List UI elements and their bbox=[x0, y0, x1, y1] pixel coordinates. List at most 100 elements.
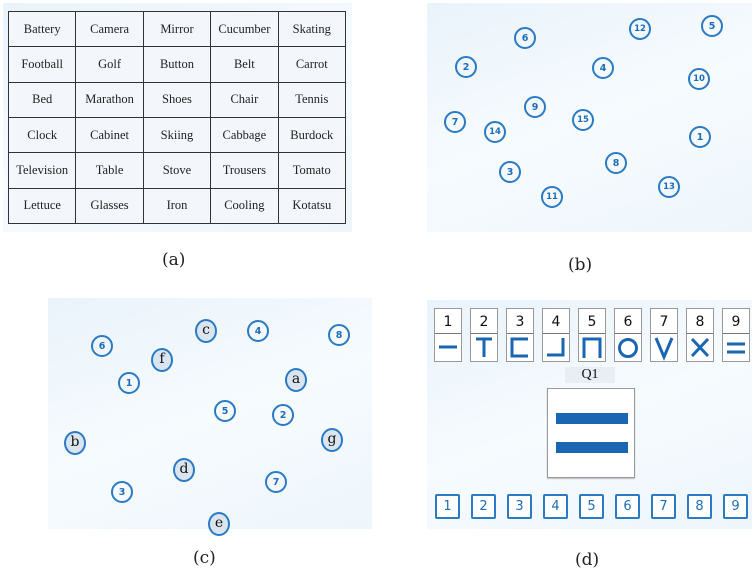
number-circle[interactable]: 13 bbox=[658, 176, 680, 198]
word-cell: Shoes bbox=[142, 81, 212, 118]
letter-circle[interactable]: f bbox=[151, 348, 173, 372]
number-circle[interactable]: 9 bbox=[524, 96, 546, 118]
number-circle[interactable]: 3 bbox=[111, 481, 133, 503]
word-cell: Skating bbox=[277, 10, 347, 48]
letter-circle[interactable]: d bbox=[173, 458, 195, 482]
key-number: 7 bbox=[651, 309, 677, 334]
word-cell: Clock bbox=[7, 116, 77, 154]
answer-button-3[interactable]: 3 bbox=[507, 494, 532, 519]
symbol-key-3: 3 bbox=[506, 308, 534, 362]
word-cell: Carrot bbox=[277, 46, 347, 83]
word-cell: Cabbage bbox=[210, 116, 279, 154]
key-number: 9 bbox=[723, 309, 749, 334]
question-label: Q1 bbox=[565, 367, 615, 383]
number-circle[interactable]: 15 bbox=[572, 109, 594, 131]
word-cell: Skiing bbox=[142, 116, 212, 154]
number-circle[interactable]: 12 bbox=[629, 18, 651, 40]
v-shape-icon bbox=[651, 334, 677, 361]
answer-button-5[interactable]: 5 bbox=[579, 494, 604, 519]
number-circle[interactable]: 1 bbox=[689, 126, 711, 148]
number-circle[interactable]: 6 bbox=[514, 27, 536, 49]
answer-button-4[interactable]: 4 bbox=[543, 494, 568, 519]
word-cell: Tomato bbox=[277, 152, 347, 189]
word-cell: Table bbox=[75, 152, 144, 189]
word-table: Battery Camera Mirror Cucumber Skating Footba… bbox=[7, 10, 347, 225]
symbol-key-5: 5 bbox=[578, 308, 606, 362]
table-row: Lettuce Glasses Iron Cooling Kotatsu bbox=[7, 187, 347, 225]
table-row: Football Golf Button Belt Carrot bbox=[7, 46, 347, 83]
table-row: Clock Cabinet Skiing Cabbage Burdock bbox=[7, 116, 347, 154]
key-number: 4 bbox=[543, 309, 569, 334]
symbol-digit-panel: 123456789 Q1 123456789 bbox=[427, 300, 752, 529]
t-shape-icon bbox=[471, 334, 497, 361]
number-circle[interactable]: 7 bbox=[265, 471, 287, 493]
answer-button-9[interactable]: 9 bbox=[723, 494, 748, 519]
word-cell: Golf bbox=[75, 46, 144, 83]
caption-d: (d) bbox=[575, 550, 600, 570]
number-circle[interactable]: 5 bbox=[701, 15, 723, 37]
table-row: Bed Marathon Shoes Chair Tennis bbox=[7, 81, 347, 118]
answer-button-8[interactable]: 8 bbox=[687, 494, 712, 519]
answer-button-6[interactable]: 6 bbox=[615, 494, 640, 519]
double-line-icon bbox=[723, 334, 749, 361]
question-bar-bottom bbox=[556, 442, 628, 453]
number-circle[interactable]: 5 bbox=[214, 400, 236, 422]
letter-circle[interactable]: c bbox=[195, 319, 217, 343]
letter-circle[interactable]: a bbox=[285, 368, 307, 392]
number-circle[interactable]: 14 bbox=[484, 121, 506, 143]
word-cell: Belt bbox=[210, 46, 279, 83]
key-number: 2 bbox=[471, 309, 497, 334]
word-cell: Trousers bbox=[210, 152, 279, 189]
letter-circle[interactable]: e bbox=[208, 512, 230, 536]
answer-button-2[interactable]: 2 bbox=[471, 494, 496, 519]
symbol-key-2: 2 bbox=[470, 308, 498, 362]
word-cell: Marathon bbox=[75, 81, 144, 118]
key-number: 6 bbox=[615, 309, 641, 334]
caption-b: (b) bbox=[568, 255, 593, 275]
symbol-key-6: 6 bbox=[614, 308, 642, 362]
caption-c: (c) bbox=[193, 548, 216, 568]
word-cell: Lettuce bbox=[7, 187, 77, 225]
number-circle[interactable]: 4 bbox=[592, 57, 614, 79]
x-shape-icon bbox=[687, 334, 713, 361]
number-circle[interactable]: 11 bbox=[541, 186, 563, 208]
circle-icon bbox=[615, 334, 641, 361]
number-circle[interactable]: 6 bbox=[91, 335, 113, 357]
word-cell: Football bbox=[7, 46, 77, 83]
trail-making-mixed-panel: 1 2 3 4 5 6 7 8a b c d e f g bbox=[48, 298, 372, 536]
word-cell: Battery bbox=[7, 10, 77, 48]
word-cell: Chair bbox=[210, 81, 279, 118]
number-circle[interactable]: 4 bbox=[247, 320, 269, 342]
word-cell: Burdock bbox=[277, 116, 347, 154]
symbol-key-1: 1 bbox=[434, 308, 462, 362]
word-cell: Tennis bbox=[277, 81, 347, 118]
key-number: 8 bbox=[687, 309, 713, 334]
left-bracket-icon bbox=[507, 334, 533, 361]
word-cell: Kotatsu bbox=[277, 187, 347, 225]
corner-shape-icon bbox=[543, 334, 569, 361]
word-cell: Glasses bbox=[75, 187, 144, 225]
number-circle[interactable]: 2 bbox=[455, 56, 477, 78]
number-circle[interactable]: 2 bbox=[272, 404, 294, 426]
word-cell: Stove bbox=[142, 152, 212, 189]
number-circle[interactable]: 10 bbox=[688, 68, 710, 90]
symbol-key-4: 4 bbox=[542, 308, 570, 362]
number-circle[interactable]: 8 bbox=[328, 324, 350, 346]
symbol-key-7: 7 bbox=[650, 308, 678, 362]
number-circle[interactable]: 7 bbox=[444, 111, 466, 133]
table-row: Television Table Stove Trousers Tomato bbox=[7, 152, 347, 189]
answer-button-1[interactable]: 1 bbox=[435, 494, 460, 519]
number-circle[interactable]: 8 bbox=[605, 152, 627, 174]
table-row: Battery Camera Mirror Cucumber Skating bbox=[7, 10, 347, 48]
word-cell: Camera bbox=[75, 10, 144, 48]
number-circle[interactable]: 3 bbox=[499, 161, 521, 183]
question-bar-top bbox=[556, 413, 628, 424]
pi-shape-icon bbox=[579, 334, 605, 361]
key-number: 5 bbox=[579, 309, 605, 334]
answer-button-7[interactable]: 7 bbox=[651, 494, 676, 519]
letter-circle[interactable]: g bbox=[321, 428, 343, 452]
number-circle[interactable]: 1 bbox=[118, 372, 140, 394]
letter-circle[interactable]: b bbox=[64, 431, 86, 455]
word-cell: Button bbox=[142, 46, 212, 83]
word-cell: Mirror bbox=[142, 10, 212, 48]
